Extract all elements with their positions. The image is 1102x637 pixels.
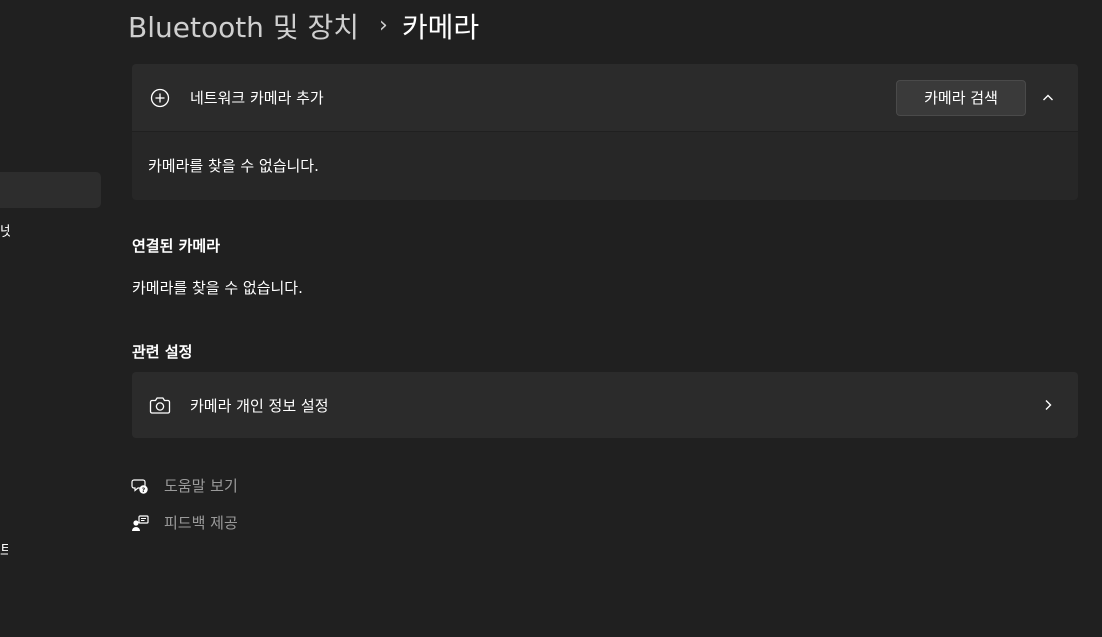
search-cameras-button[interactable]: 카메라 검색 <box>896 79 1026 116</box>
chevron-right-icon <box>1034 391 1062 419</box>
connected-cameras-empty-message: 카메라를 찾을 수 없습니다. <box>132 279 303 297</box>
page-title: 카메라 <box>401 11 480 44</box>
add-network-camera-card[interactable]: 네트워크 카메라 추가 카메라 검색 <box>132 64 1078 131</box>
network-camera-results: 카메라를 찾을 수 없습니다. <box>132 132 1078 200</box>
breadcrumb-separator: › <box>379 12 388 38</box>
settings-window: 넷 트 Bluetooth 및 장치 › 카메라 네트워크 카메라 추가 카메라… <box>0 0 1102 637</box>
connected-cameras-heading: 연결된 카메라 <box>132 237 221 255</box>
related-settings-heading: 관련 설정 <box>132 343 193 361</box>
give-feedback-label: 피드백 제공 <box>164 514 238 532</box>
camera-privacy-settings-card[interactable]: 카메라 개인 정보 설정 <box>132 372 1078 438</box>
breadcrumb-parent[interactable]: Bluetooth 및 장치 <box>128 6 359 46</box>
add-network-camera-label: 네트워크 카메라 추가 <box>190 89 324 107</box>
sidebar-selected-item[interactable] <box>0 172 101 208</box>
chevron-up-icon[interactable] <box>1034 84 1062 112</box>
add-circle-icon <box>148 86 172 110</box>
feedback-icon <box>130 513 150 533</box>
get-help-link[interactable]: ? 도움말 보기 <box>130 475 238 496</box>
help-chat-icon: ? <box>130 476 150 496</box>
svg-text:?: ? <box>142 487 146 494</box>
sidebar-item-label-fragment[interactable]: 넷 <box>0 221 10 241</box>
camera-icon <box>148 393 172 417</box>
breadcrumb: Bluetooth 및 장치 › 카메라 <box>128 4 479 48</box>
get-help-label: 도움말 보기 <box>164 477 238 495</box>
no-cameras-found-message: 카메라를 찾을 수 없습니다. <box>148 157 319 175</box>
camera-privacy-settings-label: 카메라 개인 정보 설정 <box>190 396 329 415</box>
sidebar-item-label-fragment[interactable]: 트 <box>0 540 8 560</box>
sidebar: 넷 트 <box>0 0 110 637</box>
give-feedback-link[interactable]: 피드백 제공 <box>130 512 238 533</box>
